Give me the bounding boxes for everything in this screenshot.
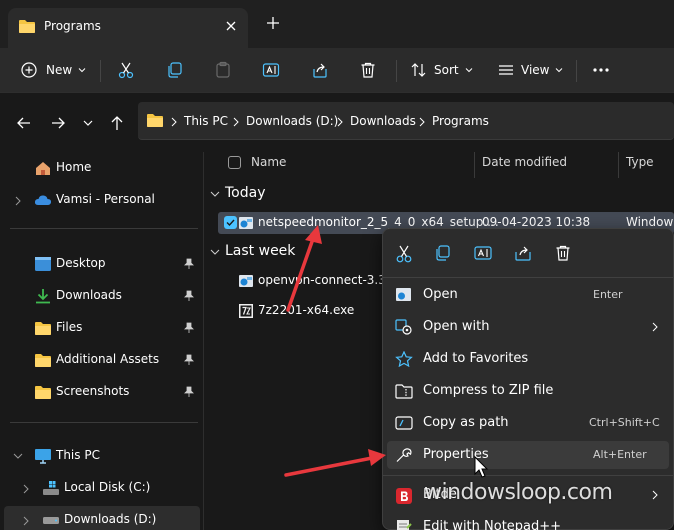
mouse-cursor-icon bbox=[474, 455, 489, 478]
annotation-arrows bbox=[284, 225, 489, 478]
arrow-to-properties-icon bbox=[284, 449, 386, 477]
arrow-to-file-icon bbox=[286, 225, 322, 312]
watermark: windowsloop.com bbox=[424, 480, 613, 505]
